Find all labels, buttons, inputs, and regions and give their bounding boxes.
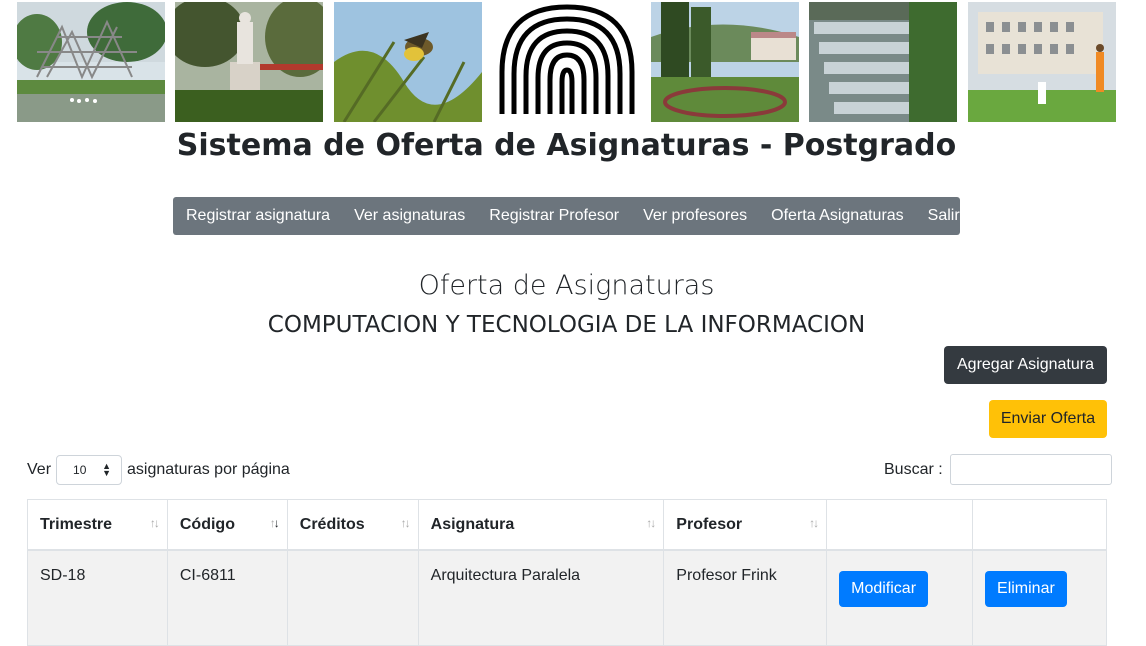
cell-trimestre: SD-18 (27, 549, 168, 646)
cell-codigo: CI-6811 (166, 549, 288, 646)
header-banner (17, 2, 1117, 122)
col-codigo[interactable]: Código ↑↓ (166, 499, 288, 551)
nav-registrar-asignatura[interactable]: Registrar asignatura (173, 207, 342, 225)
select-arrows-icon: ▲ ▼ (102, 461, 112, 478)
send-offer-button[interactable]: Enviar Oferta (989, 400, 1107, 438)
sort-icon: ↑↓ (646, 516, 656, 530)
department-heading: COMPUTACION Y TECNOLOGIA DE LA INFORMACI… (267, 312, 866, 338)
modify-button[interactable]: Modificar (839, 571, 929, 607)
search-label: Buscar : (884, 460, 943, 478)
show-label: Ver (27, 461, 52, 478)
university-logo (492, 2, 642, 122)
sort-icon: ↑↓ (149, 516, 160, 530)
nav-salir[interactable]: Salir (916, 207, 972, 225)
banner-photo-sculpture (17, 2, 165, 122)
sort-icon: ↑↓ (400, 516, 411, 530)
sort-icon: ↑↓ (809, 516, 819, 530)
page-length-control: Ver 10 ▲ ▼ asignaturas por página (27, 455, 290, 485)
nav-registrar-profesor[interactable]: Registrar Profesor (477, 207, 631, 225)
banner-photo-fountain (809, 2, 957, 122)
cell-delete: Eliminar (972, 549, 1107, 646)
cell-modify: Modificar (826, 549, 974, 646)
banner-photo-statue (175, 2, 323, 122)
col-modify (826, 499, 974, 551)
nav-ver-asignaturas[interactable]: Ver asignaturas (342, 207, 477, 225)
banner-photo-garden (651, 2, 799, 122)
main-navbar: Registrar asignatura Ver asignaturas Reg… (173, 197, 960, 235)
cell-profesor: Profesor Frink (663, 549, 828, 646)
page-size-value: 10 (73, 463, 87, 477)
cell-creditos (286, 549, 419, 646)
cell-asignatura: Arquitectura Paralela (417, 549, 665, 646)
col-trimestre[interactable]: Trimestre ↑↓ (27, 499, 168, 551)
page-size-select[interactable]: 10 ▲ ▼ (56, 455, 123, 485)
sort-icon: ↑↓ (269, 516, 280, 530)
col-profesor[interactable]: Profesor ↑↓ (663, 499, 828, 551)
delete-button[interactable]: Eliminar (985, 571, 1067, 607)
nav-oferta-asignaturas[interactable]: Oferta Asignaturas (759, 207, 916, 225)
per-page-label: asignaturas por página (127, 461, 290, 478)
banner-photo-bird (334, 2, 482, 122)
subjects-table: Trimestre ↑↓ Código ↑↓ Créditos ↑↓ Asignatu… (27, 499, 1107, 646)
table-row: SD-18 CI-6811 Arquitectura Paralela Prof… (27, 549, 1107, 646)
col-asignatura[interactable]: Asignatura ↑↓ (417, 499, 665, 551)
nav-ver-profesores[interactable]: Ver profesores (631, 207, 759, 225)
col-creditos[interactable]: Créditos ↑↓ (286, 499, 419, 551)
banner-photo-building (968, 2, 1116, 122)
col-delete (972, 499, 1107, 551)
table-search: Buscar : (884, 454, 1112, 485)
add-subject-button[interactable]: Agregar Asignatura (944, 346, 1107, 384)
page-title: Sistema de Oferta de Asignaturas - Postg… (176, 128, 957, 163)
table-header-row: Trimestre ↑↓ Código ↑↓ Créditos ↑↓ Asignatu… (27, 499, 1107, 551)
section-heading: Oferta de Asignaturas (418, 270, 715, 301)
search-input[interactable] (949, 454, 1112, 485)
